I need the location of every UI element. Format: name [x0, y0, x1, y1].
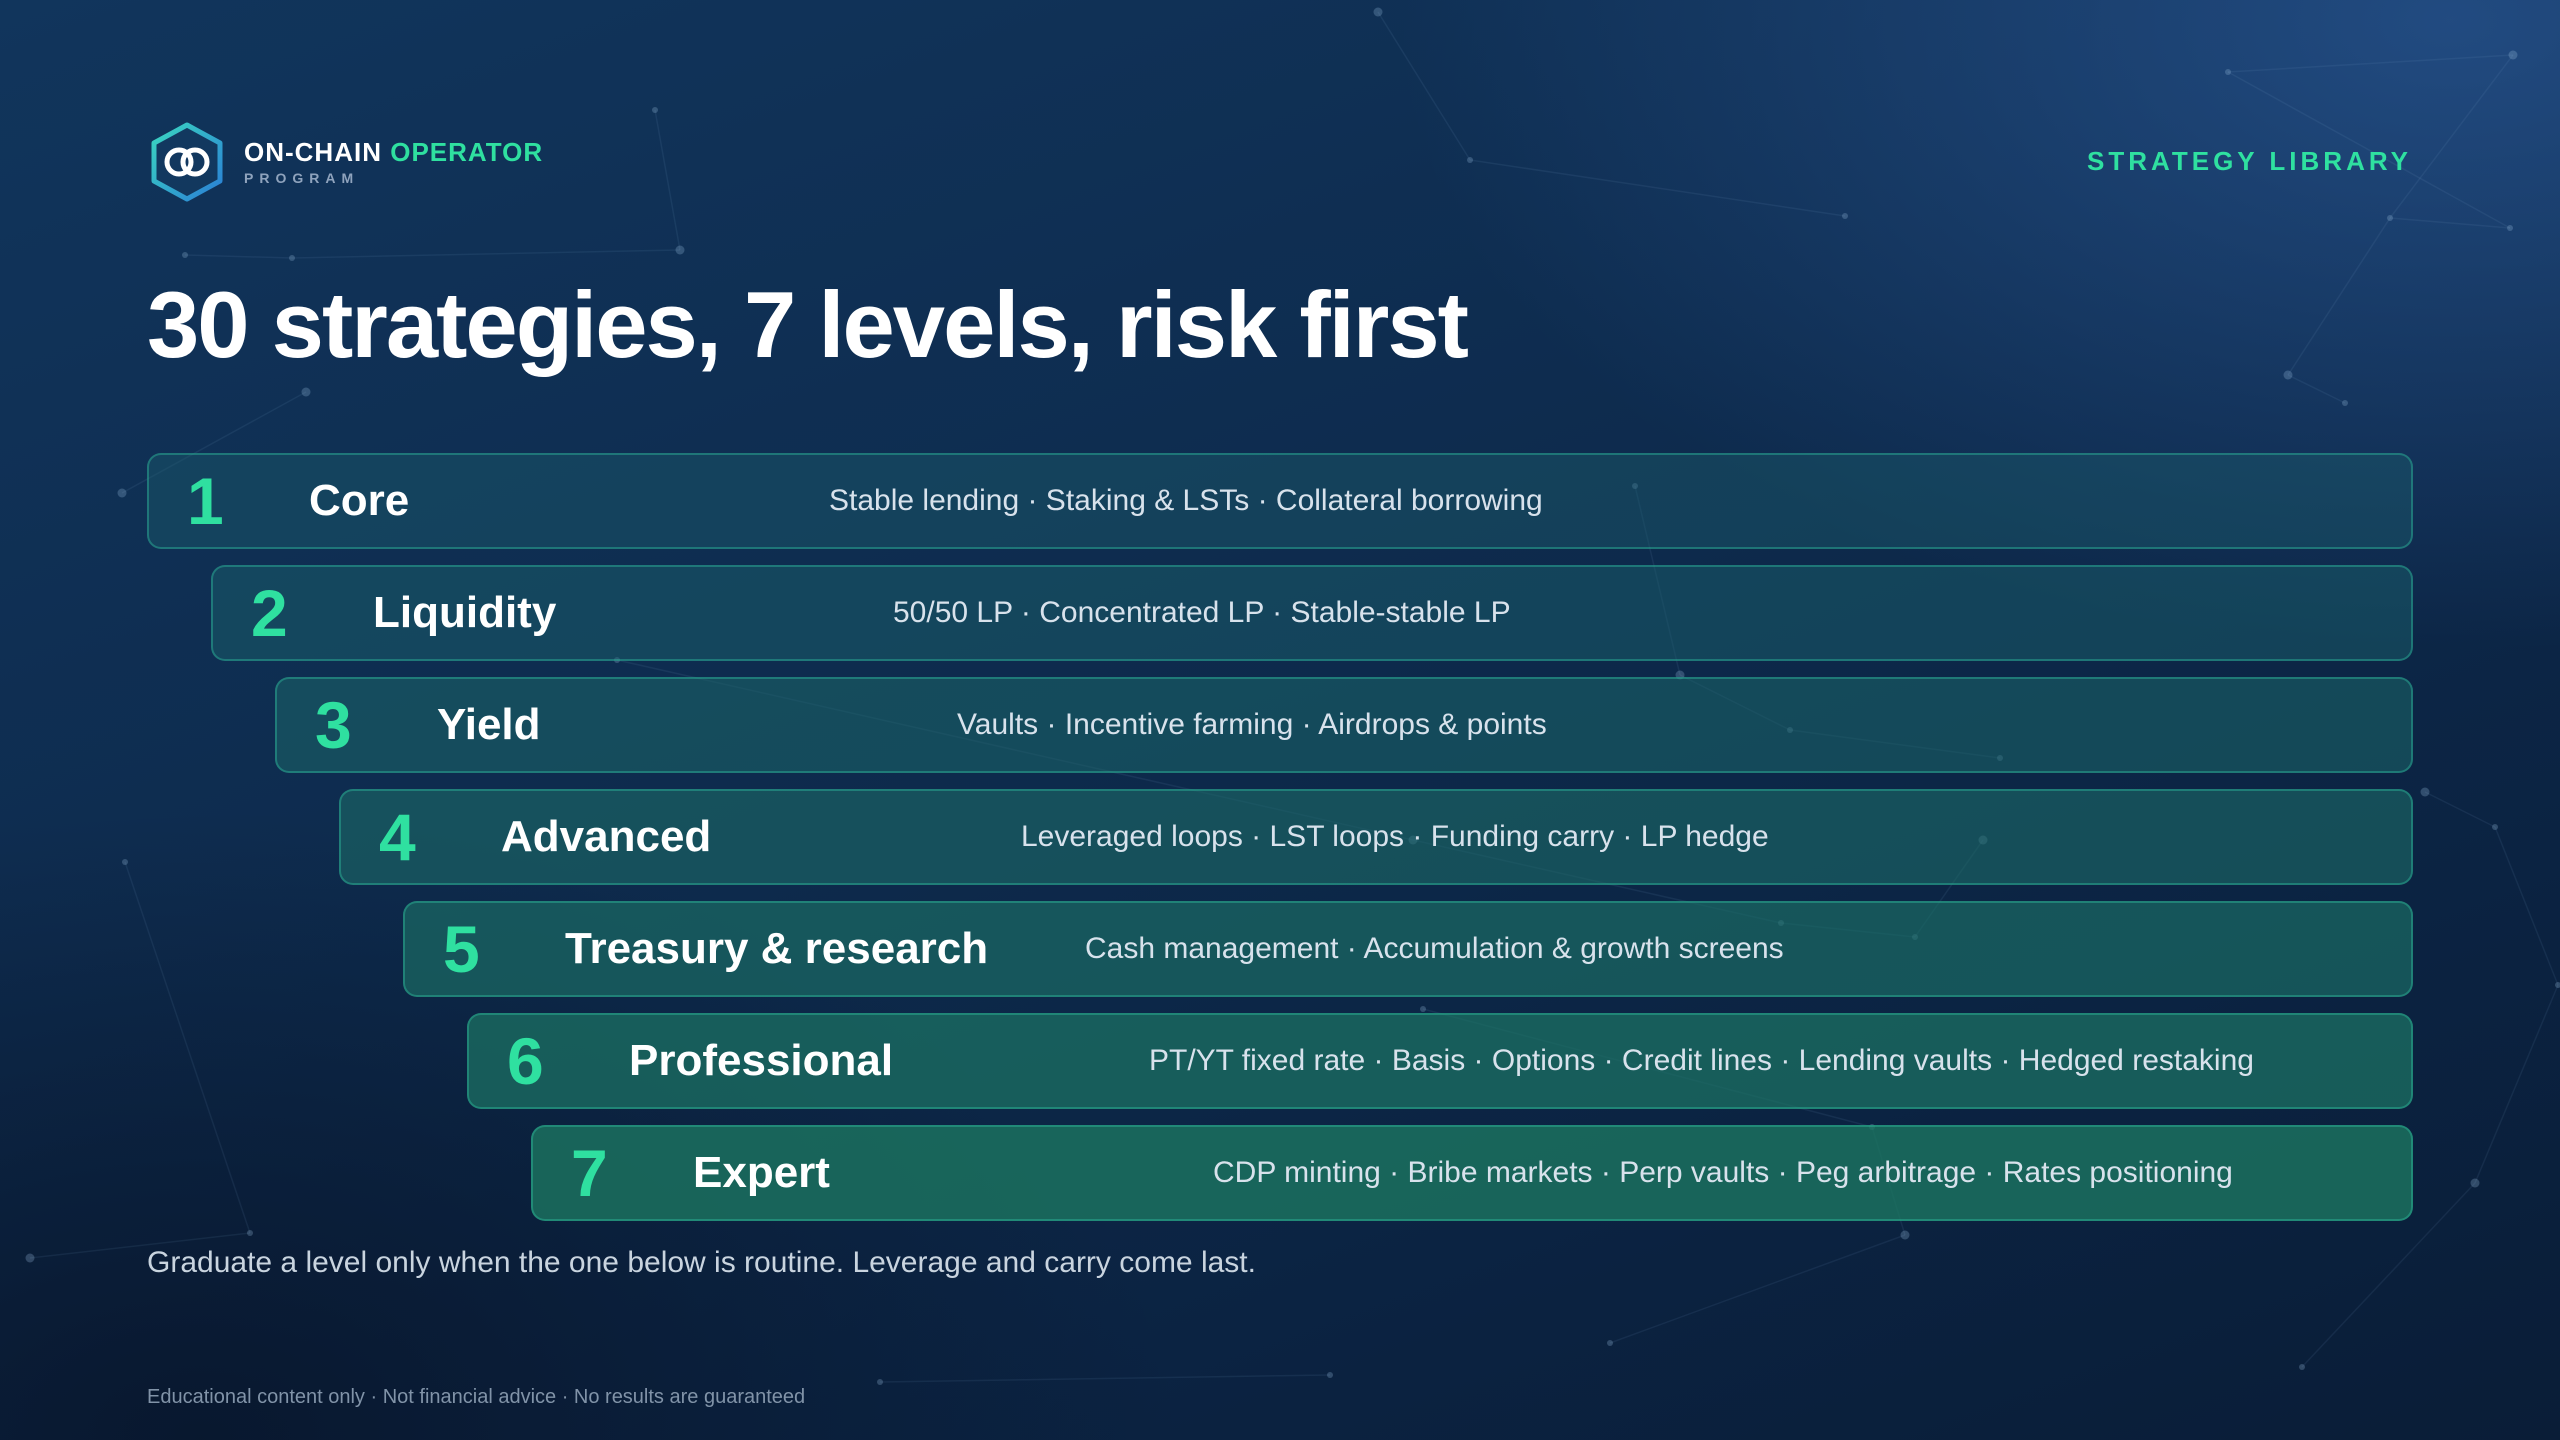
network-dot: [2420, 787, 2430, 797]
network-dot: [1900, 1230, 1910, 1240]
network-line: [2389, 217, 2511, 229]
level-number: 6: [507, 1024, 544, 1098]
level-name: Advanced: [501, 812, 712, 861]
level-description: Cash management · Accumulation & growth …: [1085, 932, 1784, 965]
network-dot: [2492, 824, 2498, 830]
network-dot: [1607, 1340, 1613, 1346]
level-row-1: 1 Core Stable lending · Staking & LSTs ·…: [147, 453, 2413, 549]
level-number: 2: [251, 576, 288, 650]
brand-logo: ON-CHAIN OPERATOR PROGRAM: [150, 122, 543, 202]
network-dot: [2507, 225, 2513, 231]
network-line: [2287, 217, 2391, 376]
network-dot: [2555, 982, 2560, 988]
footnote: Graduate a level only when the one below…: [147, 1246, 1256, 1279]
level-row-2: 2 Liquidity 50/50 LP · Concentrated LP ·…: [211, 565, 2413, 661]
level-description: CDP minting · Bribe markets · Perp vault…: [1213, 1156, 2233, 1189]
network-dot: [182, 252, 188, 258]
level-name: Treasury & research: [565, 924, 989, 973]
network-dot: [289, 255, 295, 261]
section-label: STRATEGY LIBRARY: [2087, 146, 2412, 176]
network-dot: [877, 1379, 883, 1385]
level-description: 50/50 LP · Concentrated LP · Stable-stab…: [893, 596, 1511, 629]
network-line: [124, 861, 251, 1234]
network-line: [2424, 791, 2496, 828]
hexagon-infinity-icon: [151, 122, 223, 202]
network-line: [291, 249, 681, 259]
level-name: Yield: [437, 700, 541, 749]
level-row-7: 7 Expert CDP minting · Bribe markets · P…: [531, 1125, 2413, 1221]
level-number: 5: [443, 912, 480, 986]
level-name: Core: [309, 476, 410, 525]
level-row-3: 3 Yield Vaults · Incentive farming · Air…: [275, 677, 2413, 773]
network-dot: [1373, 7, 1383, 17]
level-name: Expert: [693, 1148, 830, 1197]
level-name: Professional: [629, 1036, 894, 1085]
level-description: Vaults · Incentive farming · Airdrops & …: [957, 708, 1547, 741]
brand-name: ON-CHAIN OPERATOR: [244, 137, 544, 167]
network-dot: [117, 488, 127, 498]
network-dot: [2387, 215, 2393, 221]
network-dot: [2342, 400, 2348, 406]
network-dot: [1467, 157, 1473, 163]
network-dot: [2508, 50, 2518, 60]
network-dot: [1842, 213, 1848, 219]
level-number: 7: [571, 1136, 608, 1210]
network-dot: [675, 245, 685, 255]
level-name: Liquidity: [373, 588, 557, 637]
level-description: Stable lending · Staking & LSTs · Collat…: [829, 484, 1543, 517]
network-line: [654, 109, 681, 251]
brand-subtitle: PROGRAM: [244, 170, 360, 186]
level-row-4: 4 Advanced Leveraged loops · LST loops ·…: [339, 789, 2413, 885]
level-number: 3: [315, 688, 352, 762]
network-line: [2389, 54, 2514, 219]
network-dot: [1420, 1006, 1426, 1012]
network-line: [2474, 984, 2559, 1184]
network-line: [184, 254, 293, 259]
level-description: PT/YT fixed rate · Basis · Options · Cre…: [1149, 1044, 2254, 1077]
network-line: [2227, 54, 2514, 73]
level-row-5: 5 Treasury & research Cash management · …: [403, 901, 2413, 997]
level-description: Leveraged loops · LST loops · Funding ca…: [1021, 820, 1769, 853]
network-dot: [2470, 1178, 2480, 1188]
network-line: [1609, 1234, 1906, 1344]
network-dot: [652, 107, 658, 113]
network-dot: [2299, 1364, 2305, 1370]
page-title: 30 strategies, 7 levels, risk first: [147, 272, 1469, 377]
network-dot: [2283, 370, 2293, 380]
network-dot: [2225, 69, 2231, 75]
network-line: [1377, 11, 1471, 161]
level-row-6: 6 Professional PT/YT fixed rate · Basis …: [467, 1013, 2413, 1109]
network-dot: [247, 1230, 253, 1236]
network-line: [2494, 826, 2559, 986]
network-line: [1469, 159, 1846, 217]
network-dot: [122, 859, 128, 865]
network-dot: [25, 1253, 35, 1263]
level-number: 1: [187, 464, 224, 538]
network-line: [879, 1374, 1331, 1383]
network-line: [2287, 374, 2346, 404]
level-number: 4: [379, 800, 416, 874]
network-dot: [301, 387, 311, 397]
disclaimer: Educational content only · Not financial…: [147, 1386, 806, 1408]
network-dot: [1327, 1372, 1333, 1378]
